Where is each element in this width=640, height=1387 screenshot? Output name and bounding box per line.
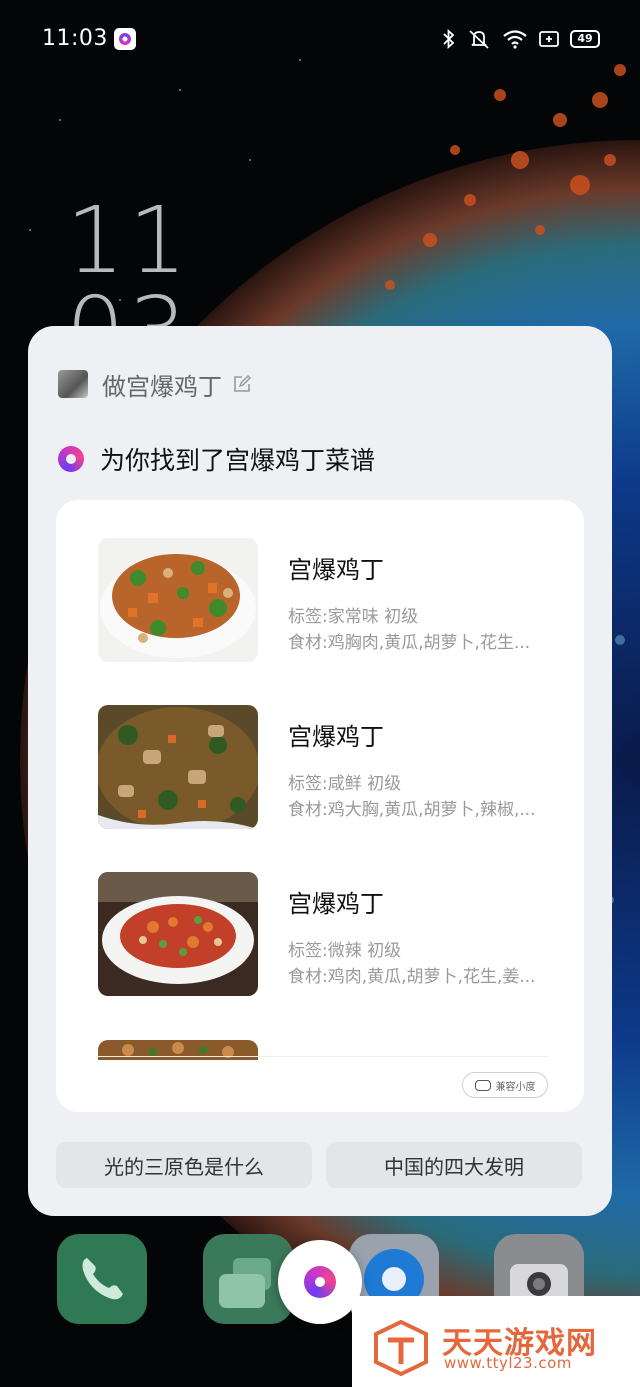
- source-badge[interactable]: 兼容小度: [462, 1072, 548, 1098]
- suggestion-chip[interactable]: 中国的四大发明: [326, 1142, 582, 1188]
- recipe-title: 宫爆鸡丁: [288, 556, 384, 584]
- recipe-ingredients: 食材:鸡大胸,黄瓜,胡萝卜,辣椒,...: [288, 800, 536, 820]
- assistant-card: 做宫爆鸡丁 为你找到了宫爆鸡丁菜谱 宫爆鸡丁 标签:家常味 初级 食材:鸡胸肉,…: [28, 326, 612, 1216]
- recipe-title: 宫爆鸡丁: [288, 890, 384, 918]
- query-text: 做宫爆鸡丁: [102, 372, 222, 401]
- recipe-list: 宫爆鸡丁 标签:家常味 初级 食材:鸡胸肉,黄瓜,胡萝卜,花生... 宫爆鸡丁 …: [56, 500, 584, 1112]
- status-icons: 49: [442, 26, 600, 52]
- battery-icon: 49: [570, 30, 600, 48]
- recipe-item[interactable]: 宫爆鸡丁 标签:咸鲜 初级 食材:鸡大胸,黄瓜,胡萝卜,辣椒,...: [98, 705, 558, 831]
- answer-text: 为你找到了宫爆鸡丁菜谱: [100, 446, 376, 475]
- sim-icon: [539, 31, 559, 47]
- user-query[interactable]: 做宫爆鸡丁: [58, 368, 252, 401]
- assistant-orb-button[interactable]: [278, 1240, 362, 1324]
- recipe-image: [98, 705, 258, 829]
- xiaodu-icon: [474, 1079, 491, 1091]
- edit-icon[interactable]: [232, 374, 252, 394]
- recipe-item[interactable]: 宫爆鸡丁 标签:家常味 初级 食材:鸡胸肉,黄瓜,胡萝卜,花生...: [98, 538, 558, 664]
- recipe-ingredients: 食材:鸡肉,黄瓜,胡萝卜,花生,姜...: [288, 967, 536, 987]
- bluetooth-icon: [443, 29, 455, 49]
- clock-hours: 11: [66, 187, 192, 294]
- recipe-tags: 标签:家常味 初级: [288, 607, 419, 627]
- watermark-logo: [374, 1319, 428, 1376]
- phone-icon: [82, 1258, 123, 1300]
- source-badge-label: 兼容小度: [495, 1081, 536, 1093]
- recipe-item[interactable]: 宫爆鸡丁 标签:微辣 初级 食材:鸡肉,黄瓜,胡萝卜,花生,姜...: [98, 872, 558, 998]
- recipe-image: [98, 538, 258, 662]
- divider: [98, 1056, 548, 1057]
- assistant-notification-icon: [114, 28, 136, 50]
- phone-app-icon[interactable]: [57, 1234, 147, 1324]
- recipe-title: 宫爆鸡丁: [288, 723, 384, 751]
- wifi-icon: [503, 30, 527, 49]
- assistant-logo-icon: [58, 446, 84, 472]
- recipe-tags: 标签:微辣 初级: [288, 941, 402, 961]
- assistant-answer: 为你找到了宫爆鸡丁菜谱: [58, 442, 375, 476]
- watermark: 天天游戏网 www.ttyl23.com: [352, 1296, 640, 1387]
- mute-icon: [469, 30, 489, 49]
- user-avatar: [58, 370, 88, 398]
- recipe-image-partial[interactable]: [98, 1040, 258, 1060]
- suggestion-chip[interactable]: 光的三原色是什么: [56, 1142, 312, 1188]
- recipe-tags: 标签:咸鲜 初级: [288, 774, 402, 794]
- watermark-url: www.ttyl23.com: [444, 1354, 572, 1372]
- recipe-image: [98, 872, 258, 996]
- recipe-ingredients: 食材:鸡胸肉,黄瓜,胡萝卜,花生...: [288, 633, 531, 653]
- status-bar: 11:03 49: [0, 0, 640, 80]
- status-time: 11:03: [42, 26, 108, 51]
